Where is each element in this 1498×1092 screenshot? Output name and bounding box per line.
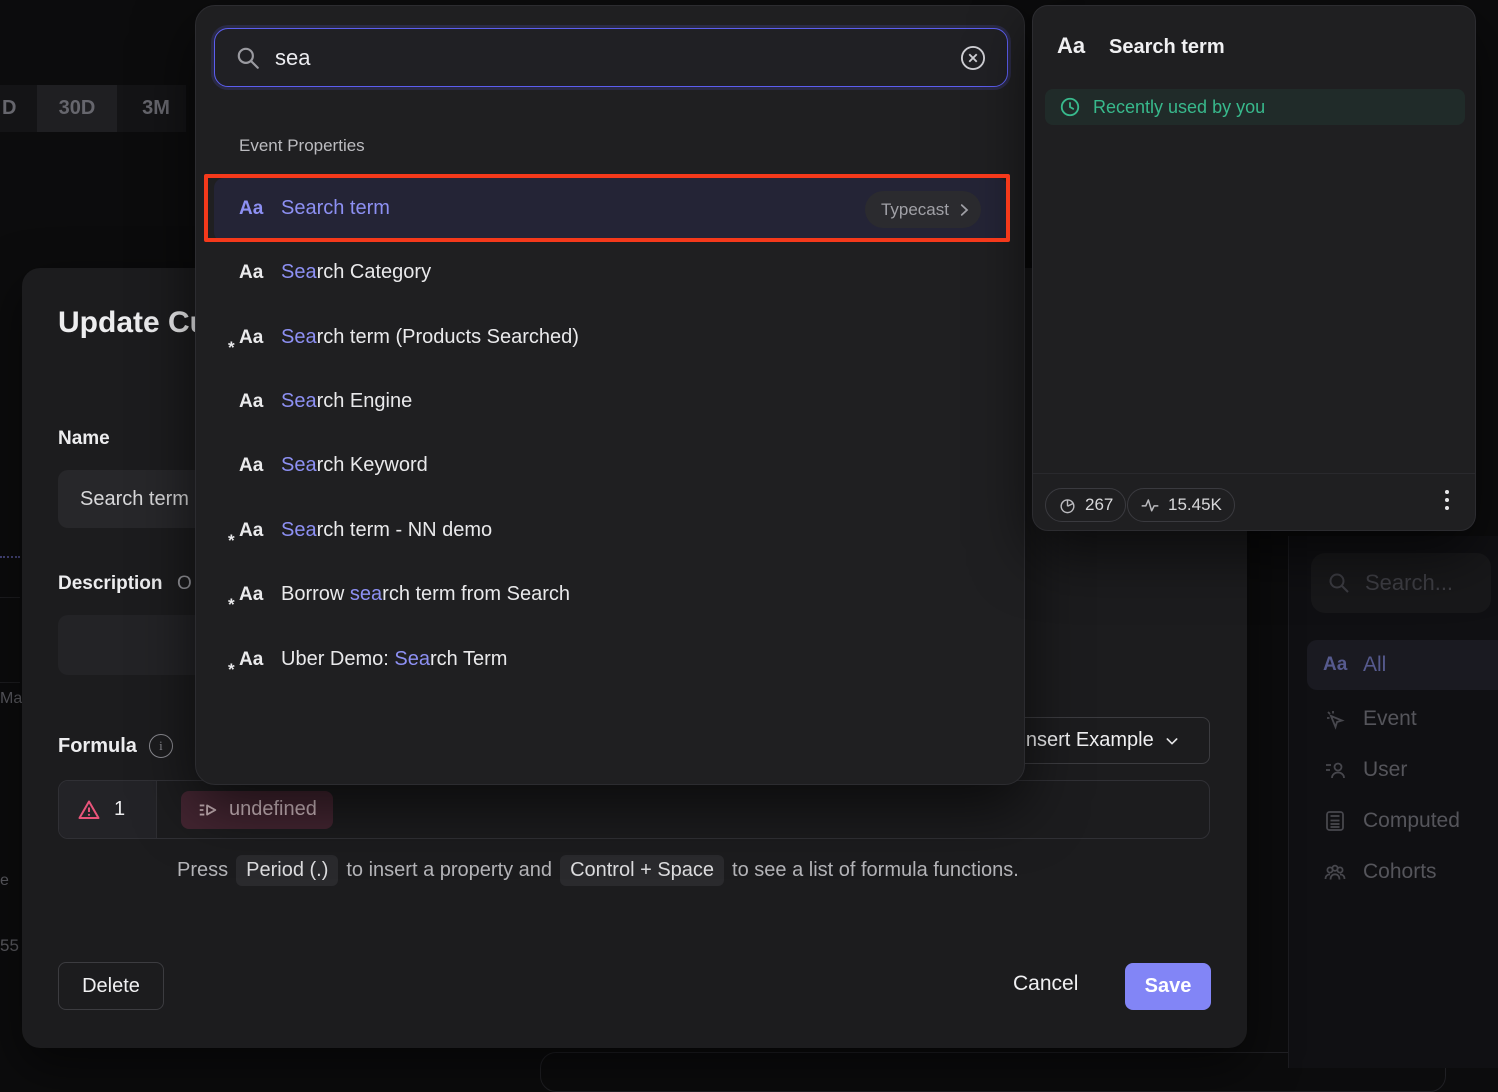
aa-custom-icon: Aa* bbox=[239, 584, 273, 606]
aa-icon: Aa bbox=[1057, 33, 1085, 59]
info-icon[interactable]: i bbox=[149, 734, 173, 758]
sidebar-item-label: Computed bbox=[1363, 809, 1460, 833]
clear-search-icon[interactable] bbox=[959, 44, 987, 72]
calculator-icon bbox=[1323, 809, 1349, 833]
warning-icon bbox=[77, 798, 101, 822]
tab-7d-fragment[interactable]: D bbox=[2, 85, 18, 132]
chart-label-fragment: e bbox=[0, 872, 9, 890]
kbd-period: Period (.) bbox=[236, 855, 338, 886]
volume-value: 15.45K bbox=[1168, 495, 1222, 515]
recently-used-badge: Recently used by you bbox=[1045, 89, 1465, 125]
custom-asterisk: * bbox=[228, 531, 235, 551]
user-icon bbox=[1323, 758, 1349, 782]
formula-error-gutter: 1 bbox=[59, 781, 157, 838]
cohorts-icon bbox=[1323, 860, 1349, 884]
description-label-row: Description O bbox=[58, 573, 192, 595]
sidebar-item-event[interactable]: Event bbox=[1307, 694, 1498, 744]
formula-editor[interactable]: 1 undefined bbox=[58, 780, 1210, 839]
hint-text: to insert a property and bbox=[346, 859, 552, 882]
undefined-token-chip[interactable]: undefined bbox=[181, 791, 333, 829]
hint-text: Press bbox=[177, 859, 228, 882]
name-label: Name bbox=[58, 428, 110, 450]
sidebar-search-input[interactable]: Search... bbox=[1311, 553, 1491, 613]
chevron-down-icon bbox=[1164, 733, 1180, 749]
search-query: sea bbox=[275, 45, 310, 71]
sidebar-item-label: Cohorts bbox=[1363, 860, 1437, 884]
aa-custom-icon: Aa* bbox=[239, 649, 273, 671]
tab-30d[interactable]: 30D bbox=[37, 85, 117, 132]
property-item-search-engine[interactable]: Aa Search Engine bbox=[214, 371, 1008, 435]
sidebar-item-user[interactable]: User bbox=[1307, 745, 1498, 795]
save-button[interactable]: Save bbox=[1125, 963, 1211, 1010]
formula-label: Formula bbox=[58, 735, 137, 758]
section-header: Event Properties bbox=[239, 136, 365, 156]
property-item-search-term-products[interactable]: Aa* Search term (Products Searched) bbox=[214, 307, 1008, 371]
property-token-icon bbox=[197, 799, 219, 821]
sidebar-item-label: User bbox=[1363, 758, 1407, 782]
modal-title: Update Cu bbox=[58, 306, 208, 340]
aa-custom-icon: Aa* bbox=[239, 327, 273, 349]
property-detail-panel: Aa Search term Recently used by you 267 … bbox=[1032, 5, 1476, 531]
pie-chart-icon bbox=[1058, 496, 1077, 515]
sidebar-item-computed[interactable]: Computed bbox=[1307, 796, 1498, 846]
property-item-borrow-search-term[interactable]: Aa* Borrow search term from Search bbox=[214, 564, 1008, 628]
property-item-search-category[interactable]: Aa Search Category bbox=[214, 242, 1008, 306]
property-search-dropdown: sea Event Properties Aa Search term Type… bbox=[195, 5, 1025, 785]
aa-icon: Aa bbox=[1323, 654, 1349, 676]
sidebar-item-label: All bbox=[1363, 653, 1386, 677]
pulse-icon bbox=[1140, 495, 1160, 515]
formula-hint: Press Period (.) to insert a property an… bbox=[177, 853, 1019, 887]
divider bbox=[1033, 473, 1475, 474]
tab-3m[interactable]: 3M bbox=[127, 85, 185, 132]
error-line-number: 1 bbox=[114, 798, 125, 821]
hint-text: to see a list of formula functions. bbox=[732, 859, 1019, 882]
volume-stat[interactable]: 15.45K bbox=[1127, 488, 1235, 522]
sidebar-item-label: Event bbox=[1363, 707, 1417, 731]
chart-series-line-fragment bbox=[0, 556, 20, 558]
description-optional-fragment: O bbox=[177, 573, 192, 594]
property-item-search-keyword[interactable]: Aa Search Keyword bbox=[214, 435, 1008, 499]
custom-asterisk: * bbox=[228, 595, 235, 615]
sidebar-item-all[interactable]: Aa All bbox=[1307, 640, 1498, 690]
aa-icon: Aa bbox=[239, 262, 273, 284]
annotation-highlight-box bbox=[204, 174, 1010, 242]
property-detail-title: Search term bbox=[1109, 36, 1225, 59]
chart-tick-label: 55 bbox=[0, 936, 19, 956]
undefined-token-label: undefined bbox=[229, 798, 317, 821]
kbd-control-space: Control + Space bbox=[560, 855, 724, 886]
event-cursor-icon bbox=[1323, 707, 1349, 731]
chart-gridline bbox=[0, 682, 20, 683]
time-range-tabbar: D 30D 3M bbox=[0, 85, 186, 132]
name-value: Search term bbox=[80, 488, 189, 511]
cancel-button[interactable]: Cancel bbox=[1007, 971, 1084, 997]
distinct-count-value: 267 bbox=[1085, 495, 1113, 515]
recently-used-label: Recently used by you bbox=[1093, 97, 1265, 118]
search-icon bbox=[235, 45, 261, 71]
property-item-search-term-nn-demo[interactable]: Aa* Search term - NN demo bbox=[214, 500, 1008, 564]
property-type-sidebar: Search... Aa All Event User Computed bbox=[1288, 536, 1498, 1068]
custom-asterisk: * bbox=[228, 338, 235, 358]
custom-asterisk: * bbox=[228, 660, 235, 680]
description-label: Description bbox=[58, 573, 163, 594]
sidebar-search-placeholder: Search... bbox=[1365, 570, 1453, 596]
chart-gridline bbox=[0, 597, 20, 598]
clock-icon bbox=[1059, 96, 1081, 118]
delete-button[interactable]: Delete bbox=[58, 962, 164, 1010]
aa-custom-icon: Aa* bbox=[239, 520, 273, 542]
search-icon bbox=[1327, 571, 1351, 595]
formula-label-row: Formula i bbox=[58, 734, 173, 758]
property-search-input[interactable]: sea bbox=[214, 28, 1008, 87]
insert-example-label: Insert Example bbox=[1020, 729, 1153, 752]
kebab-menu-icon[interactable] bbox=[1445, 490, 1449, 510]
aa-icon: Aa bbox=[239, 391, 273, 413]
sidebar-item-cohorts[interactable]: Cohorts bbox=[1307, 847, 1498, 897]
aa-icon: Aa bbox=[239, 455, 273, 477]
distinct-count-stat[interactable]: 267 bbox=[1045, 488, 1126, 522]
property-item-uber-demo-search-term[interactable]: Aa* Uber Demo: Search Term bbox=[214, 629, 1008, 693]
